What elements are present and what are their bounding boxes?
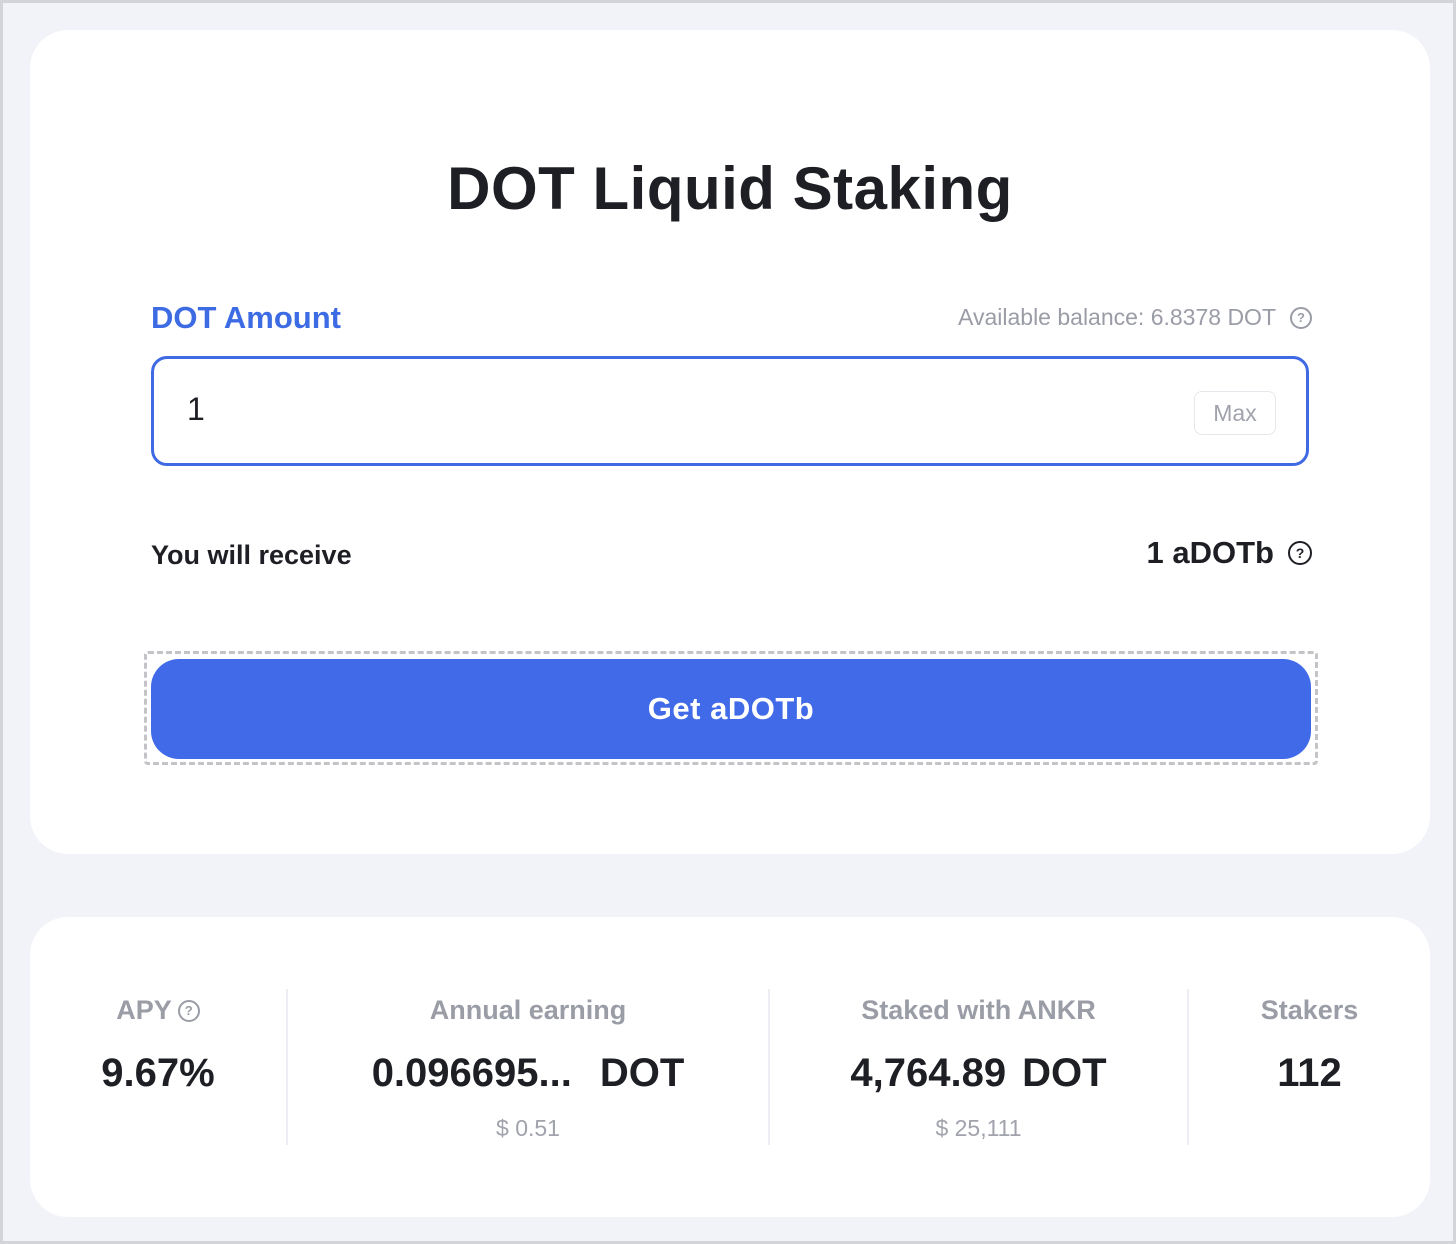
- stat-staked-label: Staked with ANKR: [861, 995, 1096, 1025]
- available-balance-text: Available balance: 6.8378 DOT: [958, 304, 1276, 330]
- stat-stakers-label: Stakers: [1260, 995, 1359, 1025]
- apy-help-icon[interactable]: ?: [177, 999, 200, 1022]
- amount-input[interactable]: 1 Max: [151, 356, 1309, 466]
- stat-annual-unit: DOT: [599, 1051, 685, 1095]
- get-adotb-button[interactable]: Get aDOTb: [151, 659, 1311, 759]
- stat-annual-usd: $ 0.51: [496, 1115, 560, 1141]
- stat-annual-label: Annual earning: [429, 995, 627, 1025]
- amount-input-value[interactable]: 1: [187, 391, 205, 428]
- stat-apy-value: 9.67%: [101, 1051, 215, 1095]
- page-title: DOT Liquid Staking: [447, 155, 1013, 222]
- stat-annual-value-row: 0.096695... DOT: [288, 1051, 768, 1096]
- stats-card: APY ? 9.67% Annual earning 0.096695... DO…: [30, 917, 1430, 1217]
- amount-label: DOT Amount: [151, 300, 341, 335]
- receive-help-icon[interactable]: ?: [1288, 541, 1312, 565]
- stat-apy-label: APY: [116, 995, 172, 1025]
- stat-stakers-value: 112: [1277, 1051, 1342, 1095]
- staking-card: DOT Liquid Staking DOT Amount Available …: [30, 30, 1430, 854]
- available-balance: Available balance: 6.8378 DOT ?: [958, 304, 1312, 331]
- stat-annual-earning: Annual earning 0.096695... DOT $ 0.51: [288, 917, 768, 1217]
- receive-label: You will receive: [151, 540, 352, 570]
- stat-stakers: Stakers 112: [1189, 917, 1430, 1217]
- stat-staked-usd: $ 25,111: [935, 1115, 1022, 1141]
- stat-staked: Staked with ANKR 4,764.89 DOT $ 25,111: [770, 917, 1187, 1217]
- stat-staked-value-row: 4,764.89 DOT: [770, 1051, 1187, 1096]
- receive-amount: 1 aDOTb: [1146, 535, 1274, 570]
- stat-apy: APY ? 9.67%: [30, 917, 286, 1217]
- max-button[interactable]: Max: [1194, 391, 1276, 435]
- stat-annual-value: 0.096695...: [371, 1051, 572, 1095]
- stat-apy-label-row: APY ?: [30, 995, 286, 1026]
- receive-value: 1 aDOTb ?: [1147, 535, 1312, 571]
- stat-staked-value: 4,764.89: [850, 1051, 1007, 1095]
- stat-staked-unit: DOT: [1022, 1051, 1107, 1095]
- balance-help-icon[interactable]: ?: [1290, 306, 1312, 329]
